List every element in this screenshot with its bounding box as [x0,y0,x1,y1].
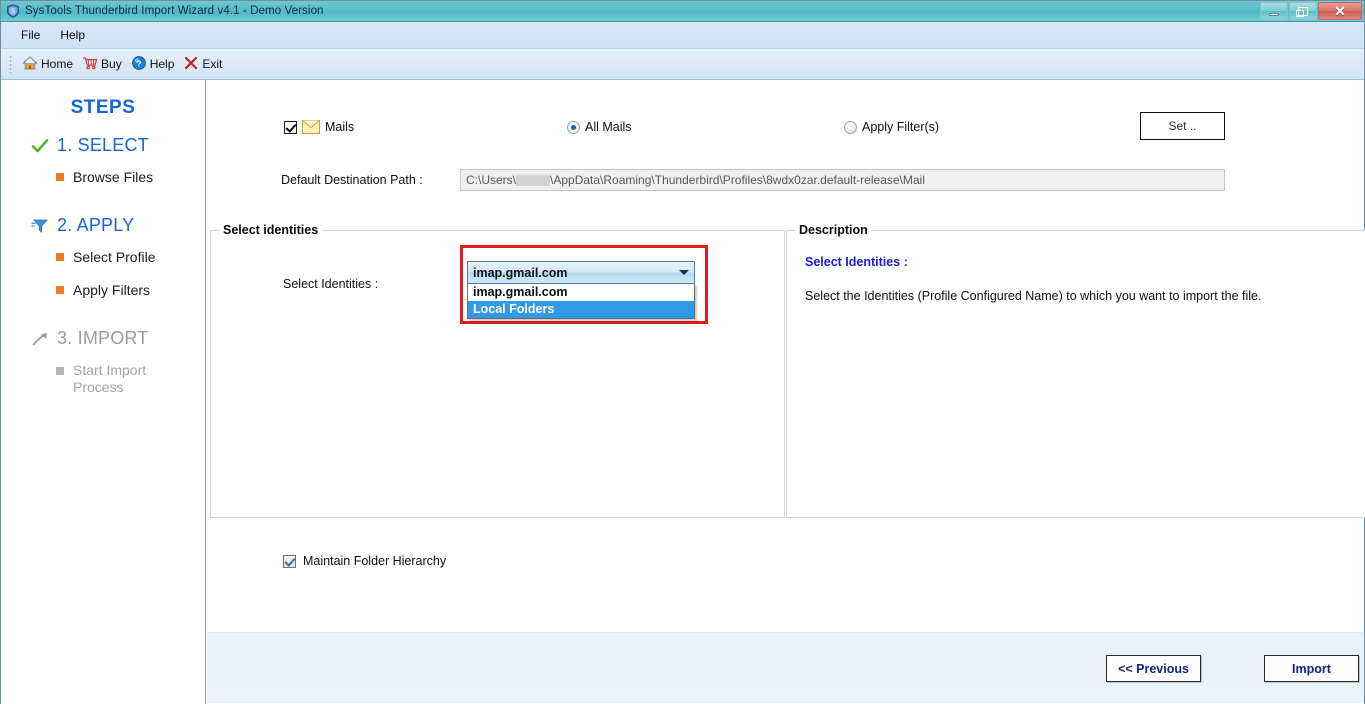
home-icon [22,55,38,74]
steps-title: STEPS [70,97,136,118]
window-controls: ✕ [1260,2,1362,20]
green-check-icon [31,137,49,155]
sidebar-step-label-select: 1. SELECT [57,135,149,155]
dropdown-option-imap-gmail[interactable]: imap.gmail.com [468,284,694,301]
mails-label: Mails [325,120,355,134]
highlight-box: imap.gmail.com imap.gmail.com Local Fold… [460,245,708,324]
apply-filters-label: Apply Filter(s) [862,120,940,134]
toolbar-button-home[interactable]: Home [19,53,79,76]
sidebar-substep-label-apply-filters: Apply Filters [73,282,151,298]
description-group: Description Select Identities : Select t… [786,223,1365,518]
sidebar-step-select[interactable]: 1. SELECT [1,135,205,156]
menu-item-help[interactable]: Help [50,25,95,45]
import-button[interactable]: Import [1264,655,1359,682]
cart-icon [82,55,98,74]
svg-text:S: S [11,9,15,15]
bullet-icon [56,173,64,181]
bullet-icon [56,253,64,261]
chevron-down-icon[interactable] [674,262,694,283]
title-bar: S SysTools Thunderbird Import Wizard v4.… [1,1,1364,22]
close-button[interactable]: ✕ [1318,2,1362,20]
toolbar-grip[interactable] [9,55,12,73]
minimize-button[interactable] [1260,2,1288,20]
sidebar-step-label-import: 3. IMPORT [57,328,149,348]
menu-bar: File Help [1,22,1364,49]
identities-dropdown-value: imap.gmail.com [473,265,568,280]
arrow-up-right-icon [31,331,49,347]
menu-item-file[interactable]: File [11,25,50,45]
toolbar-button-help[interactable]: ? Help [128,53,181,76]
select-identities-field-label: Select Identities : [283,277,379,291]
maintain-folder-hierarchy-checkbox[interactable] [283,554,296,568]
all-mails-label: All Mails [585,120,632,134]
bullet-icon [56,286,64,294]
body-area: STEPS 1. SELECT Browse Files 2. APPLY Se… [1,80,1365,704]
close-icon: ✕ [1334,3,1346,19]
close-x-icon [183,55,199,74]
sidebar-step-import[interactable]: 3. IMPORT [1,328,205,349]
sidebar-substep-label-browse-files: Browse Files [73,169,154,185]
select-identities-legend: Select identities [219,223,323,237]
destination-path-label: Default Destination Path : [281,173,423,187]
apply-filters-radio[interactable] [844,120,857,134]
destination-path-prefix: C:\Users\ [466,173,517,187]
redacted-username-block [516,174,551,186]
shield-icon: S [6,4,20,18]
dropdown-option-local-folders[interactable]: Local Folders [468,301,694,318]
sidebar-substep-select-profile[interactable]: Select Profile [1,249,205,265]
previous-button[interactable]: << Previous [1106,655,1201,682]
sidebar-step-label-apply: 2. APPLY [57,215,135,235]
destination-path-suffix: \AppData\Roaming\Thunderbird\Profiles\8w… [550,173,925,187]
envelope-icon [302,120,320,134]
app-window: S SysTools Thunderbird Import Wizard v4.… [0,0,1365,704]
maintain-folder-hierarchy-group[interactable]: Maintain Folder Hierarchy [283,554,446,568]
toolbar-label-exit: Exit [202,57,223,71]
description-body: Select the Identities (Profile Configure… [805,289,1262,303]
mails-checkbox[interactable] [284,120,297,134]
sidebar-substep-label-select-profile: Select Profile [73,249,156,265]
filter-icon [31,218,49,234]
toolbar-label-buy: Buy [101,57,122,71]
sidebar-substep-label-start-import: Start Import Process [73,362,147,395]
identities-dropdown[interactable]: imap.gmail.com [467,261,695,284]
toolbar-label-home: Home [41,57,74,71]
minimize-icon [1269,12,1279,16]
set-button[interactable]: Set .. [1140,112,1225,140]
select-identities-group: Select identities Select Identities : im… [210,223,785,518]
maintain-folder-hierarchy-label: Maintain Folder Hierarchy [303,554,447,568]
toolbar-button-exit[interactable]: Exit [180,53,228,76]
sidebar-substep-start-import[interactable]: Start Import Process [1,362,205,396]
description-legend: Description [795,223,872,237]
sidebar-substep-browse-files[interactable]: Browse Files [1,169,205,185]
help-circle-icon: ? [131,55,147,74]
apply-filters-radio-group[interactable]: Apply Filter(s) [844,120,939,134]
description-title: Select Identities : [805,255,908,269]
sidebar-substep-apply-filters[interactable]: Apply Filters [1,282,205,298]
all-mails-radio-group[interactable]: All Mails [567,120,632,134]
bullet-icon [56,367,64,375]
all-mails-radio[interactable] [567,120,580,134]
sidebar-step-apply[interactable]: 2. APPLY [1,215,205,236]
identities-dropdown-list: imap.gmail.com Local Folders [467,284,695,319]
tool-bar: Home Buy ? Help Exit [1,49,1364,80]
maximize-button[interactable] [1289,2,1317,20]
svg-text:?: ? [136,58,141,68]
maximize-icon [1296,6,1308,17]
footer-bar: << Previous Import [207,632,1364,703]
destination-path-field[interactable]: C:\Users\ \AppData\Roaming\Thunderbird\Pr… [460,169,1225,191]
steps-sidebar: STEPS 1. SELECT Browse Files 2. APPLY Se… [1,80,206,704]
toolbar-label-help: Help [149,57,175,71]
main-content: Mails All Mails Apply Filter(s) Set .. D… [206,80,1365,704]
window-title: SysTools Thunderbird Import Wizard v4.1 … [25,5,324,17]
mails-checkbox-group[interactable]: Mails [284,120,354,134]
toolbar-button-buy[interactable]: Buy [79,53,128,76]
